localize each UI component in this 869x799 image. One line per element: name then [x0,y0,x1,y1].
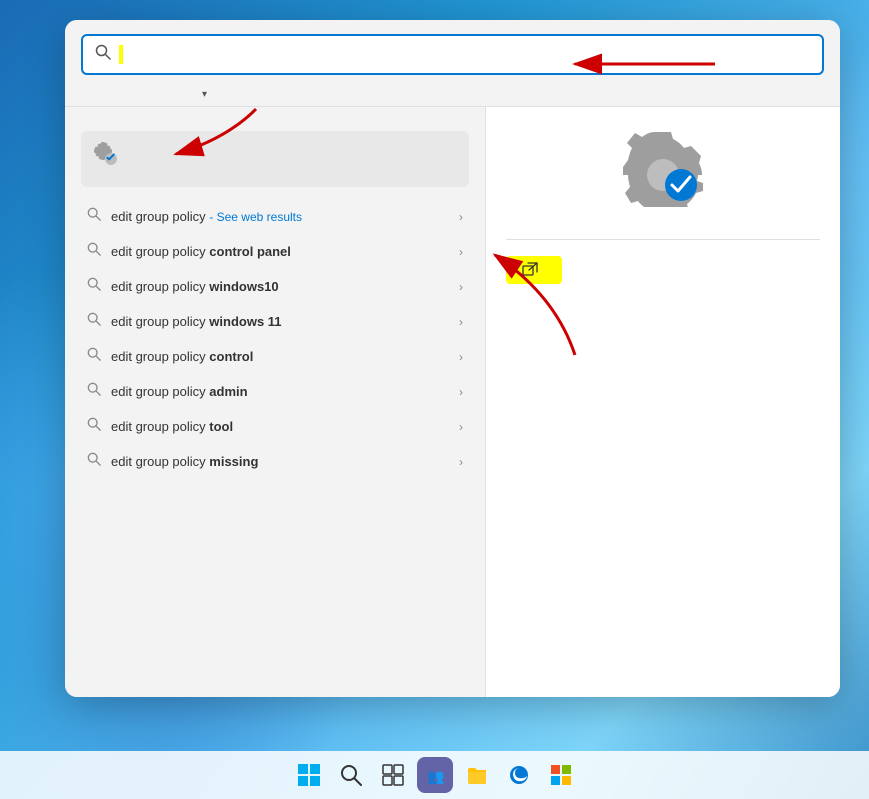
open-button[interactable] [506,256,562,284]
tab-documents[interactable] [129,89,157,101]
list-item[interactable]: edit group policy control › [81,339,469,374]
chevron-right-icon: › [459,385,463,399]
more-options-icon[interactable] [808,91,824,99]
taskbar-edge-button[interactable] [501,757,537,793]
chevron-right-icon: › [459,210,463,224]
search-icon [87,382,101,401]
app-icon-large [623,127,703,207]
taskbar: 👥 [0,751,869,799]
search-window: ▾ [65,20,840,697]
taskbar-teams-button[interactable]: 👥 [417,757,453,793]
folder-icon [466,764,488,786]
chevron-right-icon: › [459,245,463,259]
list-item[interactable]: edit group policy control panel › [81,234,469,269]
right-panel-divider [506,239,820,240]
taskbar-file-explorer-button[interactable] [459,757,495,793]
web-item-text: edit group policy control [111,349,449,364]
web-item-text: edit group policy windows10 [111,279,449,294]
list-item[interactable]: edit group policy admin › [81,374,469,409]
list-item[interactable]: edit group policy missing › [81,444,469,479]
store-icon [550,764,572,786]
search-icon [87,417,101,436]
search-input[interactable] [119,46,810,63]
open-icon [522,262,538,278]
taskbar-task-view-button[interactable] [375,757,411,793]
right-panel [485,107,840,697]
edge-icon [508,764,530,786]
search-icon [87,207,101,226]
web-item-text: edit group policy windows 11 [111,314,449,329]
chevron-right-icon: › [459,420,463,434]
best-match-item[interactable] [81,131,469,187]
tab-apps[interactable] [101,89,129,101]
tab-web[interactable] [157,89,185,101]
search-icon [340,764,362,786]
list-item[interactable]: edit group policy windows 11 › [81,304,469,339]
search-icon [87,452,101,471]
search-icon [95,44,111,65]
search-icon [87,347,101,366]
search-bar-area [65,20,840,75]
list-item[interactable]: edit group policy tool › [81,409,469,444]
chevron-right-icon: › [459,350,463,364]
taskbar-store-button[interactable] [543,757,579,793]
tab-all[interactable] [81,89,101,101]
list-item[interactable]: edit group policy windows10 › [81,269,469,304]
web-item-text: edit group policy control panel [111,244,449,259]
left-panel: edit group policy - See web results › ed… [65,107,485,697]
content-area: edit group policy - See web results › ed… [65,107,840,697]
search-input-wrapper[interactable] [81,34,824,75]
list-item[interactable]: edit group policy - See web results › [81,199,469,234]
task-view-icon [382,764,404,786]
web-item-text: edit group policy admin [111,384,449,399]
tab-more[interactable]: ▾ [185,83,221,106]
chevron-right-icon: › [459,455,463,469]
search-icon [87,242,101,261]
search-icon [87,277,101,296]
search-icon [87,312,101,331]
teams-icon: 👥 [424,764,446,786]
chevron-down-icon: ▾ [202,89,207,100]
chevron-right-icon: › [459,280,463,294]
windows-logo-icon [298,764,320,786]
svg-text:👥: 👥 [427,768,444,785]
taskbar-start-button[interactable] [291,757,327,793]
best-match-app-icon [93,141,129,177]
web-item-text: edit group policy tool [111,419,449,434]
nav-tabs: ▾ [65,75,840,106]
web-item-text: edit group policy missing [111,454,449,469]
search-query-highlight [119,45,123,64]
taskbar-search-button[interactable] [333,757,369,793]
chevron-right-icon: › [459,315,463,329]
web-item-text: edit group policy - See web results [111,209,449,224]
see-web-results: - See web results [209,210,302,224]
